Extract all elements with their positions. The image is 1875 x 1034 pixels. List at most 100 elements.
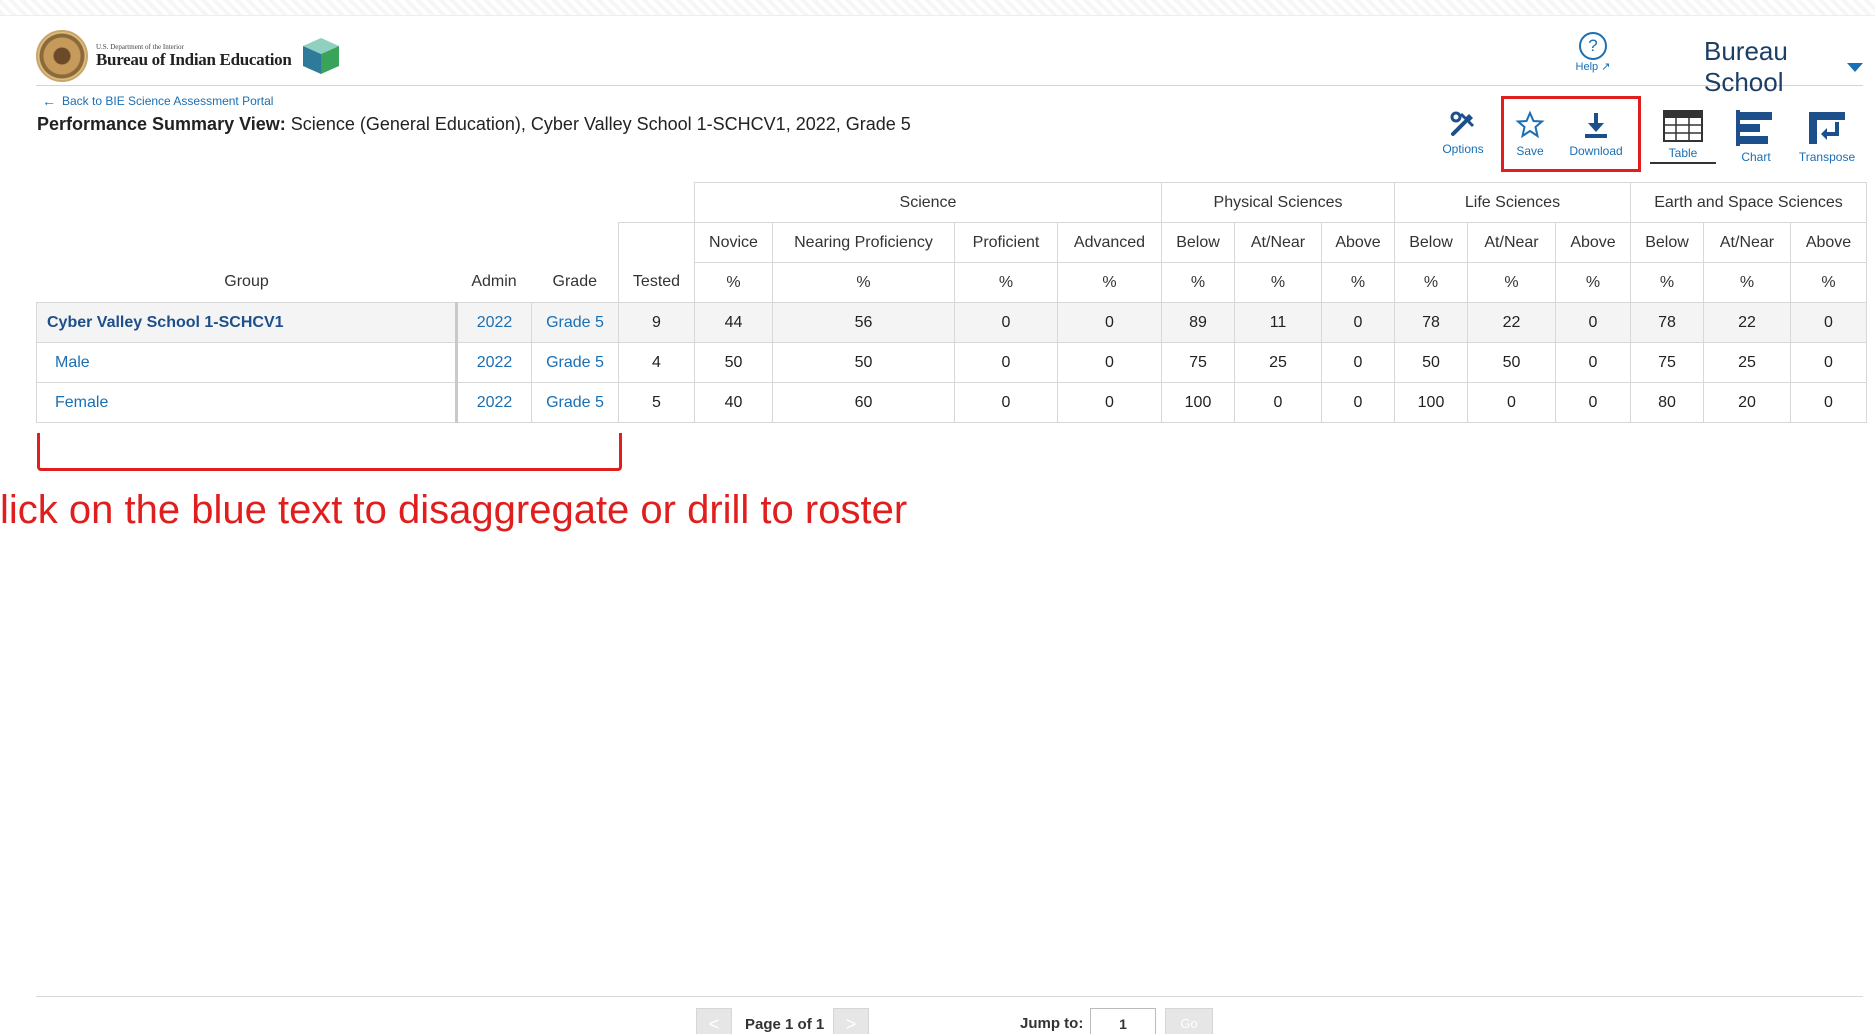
sub-header: Proficient: [954, 222, 1058, 263]
percent-unit: %: [1790, 262, 1867, 303]
jump-to-input[interactable]: [1090, 1008, 1156, 1034]
tested-cell: 9: [618, 302, 695, 343]
value-cell: 0: [1467, 382, 1556, 423]
value-cell: 80: [1630, 382, 1704, 423]
options-button[interactable]: Options: [1438, 110, 1488, 156]
sub-header: At/Near: [1467, 222, 1556, 263]
app-header: U.S. Department of the Interior Bureau o…: [36, 24, 1863, 97]
value-cell: 25: [1703, 342, 1791, 383]
percent-unit: %: [1467, 262, 1556, 303]
percent-unit: %: [1321, 262, 1395, 303]
percent-unit: %: [1394, 262, 1468, 303]
value-cell: 0: [1321, 342, 1395, 383]
caret-down-icon: [1847, 62, 1863, 72]
value-cell: 0: [1555, 382, 1631, 423]
grade-link[interactable]: Grade 5: [531, 342, 619, 383]
page-title: Performance Summary View: Science (Gener…: [37, 114, 911, 135]
value-cell: 89: [1161, 302, 1235, 343]
help-icon: ?: [1579, 32, 1607, 60]
pager: < Page 1 of 1 > Jump to: Go: [0, 1006, 1875, 1034]
value-cell: 78: [1630, 302, 1704, 343]
value-cell: 0: [1555, 342, 1631, 383]
chevron-right-icon: >: [845, 1014, 857, 1034]
back-arrow-icon: ←: [42, 93, 56, 109]
value-cell: 0: [1057, 342, 1162, 383]
table-row: Male 2022 Grade 5 4 50 50 0 0 75 25 0 50…: [36, 342, 1867, 383]
admin-link[interactable]: 2022: [456, 382, 532, 423]
transpose-icon: [1809, 112, 1845, 144]
chart-label: Chart: [1741, 150, 1771, 164]
group-link-school[interactable]: Cyber Valley School 1-SCHCV1: [36, 302, 458, 343]
value-cell: 0: [1555, 302, 1631, 343]
view-value: Science (General Education), Cyber Valle…: [290, 114, 911, 134]
sub-header-row: Novice Nearing Proficiency Proficient Ad…: [37, 222, 1867, 263]
value-cell: 20: [1703, 382, 1791, 423]
save-download-highlight: [1501, 96, 1641, 172]
jump-to-label: Jump to:: [1020, 1015, 1084, 1032]
sub-header: Below: [1394, 222, 1468, 263]
value-cell: 100: [1394, 382, 1468, 423]
sub-header: Above: [1555, 222, 1631, 263]
table-row: Cyber Valley School 1-SCHCV1 2022 Grade …: [36, 302, 1867, 343]
value-cell: 75: [1161, 342, 1235, 383]
percent-unit: %: [1161, 262, 1235, 303]
sub-header: Below: [1630, 222, 1704, 263]
prev-page-button[interactable]: <: [696, 1008, 732, 1034]
transpose-label: Transpose: [1798, 150, 1856, 164]
transpose-button[interactable]: Transpose: [1796, 110, 1858, 164]
value-cell: 0: [1057, 382, 1162, 423]
annotation-text: lick on the blue text to disaggregate or…: [0, 488, 908, 532]
tested-cell: 4: [618, 342, 695, 383]
grade-column-header[interactable]: Grade: [531, 262, 619, 303]
next-page-button[interactable]: >: [833, 1008, 869, 1034]
logo-title: Bureau of Indian Education: [96, 50, 292, 69]
group-link-male[interactable]: Male: [36, 342, 458, 383]
bie-logo[interactable]: U.S. Department of the Interior Bureau o…: [36, 30, 341, 82]
admin-column-header[interactable]: Admin: [456, 262, 532, 303]
value-cell: 11: [1234, 302, 1322, 343]
sub-header: Nearing Proficiency: [772, 222, 955, 263]
percent-unit: %: [1234, 262, 1322, 303]
options-label: Options: [1442, 142, 1484, 156]
value-cell: 60: [772, 382, 955, 423]
sub-header: Advanced: [1057, 222, 1162, 263]
value-cell: 40: [694, 382, 773, 423]
cube-icon: [301, 36, 341, 76]
admin-link[interactable]: 2022: [456, 302, 532, 343]
blank-header: [37, 223, 619, 263]
admin-link[interactable]: 2022: [456, 342, 532, 383]
value-cell: 50: [1467, 342, 1556, 383]
help-button[interactable]: ? Help ↗: [1571, 32, 1615, 73]
table-tab[interactable]: Table: [1650, 110, 1716, 164]
chevron-left-icon: <: [708, 1014, 720, 1034]
value-cell: 0: [1321, 382, 1395, 423]
tested-cell: 5: [618, 382, 695, 423]
group-link-female[interactable]: Female: [36, 382, 458, 423]
chart-tab[interactable]: Chart: [1734, 110, 1778, 164]
value-cell: 50: [772, 342, 955, 383]
value-cell: 22: [1703, 302, 1791, 343]
help-label: Help: [1575, 61, 1599, 73]
percent-unit: %: [1555, 262, 1631, 303]
percent-unit: %: [694, 262, 773, 303]
life-sciences-header: Life Sciences: [1394, 182, 1631, 223]
sub-header: Above: [1321, 222, 1395, 263]
group-column-header[interactable]: Group: [36, 262, 457, 303]
grade-link[interactable]: Grade 5: [531, 302, 619, 343]
value-cell: 0: [1234, 382, 1322, 423]
logo-text: U.S. Department of the Interior Bureau o…: [96, 44, 292, 69]
go-button[interactable]: Go: [1165, 1008, 1213, 1034]
value-cell: 44: [694, 302, 773, 343]
chart-icon: [1736, 110, 1772, 146]
back-link[interactable]: ← Back to BIE Science Assessment Portal: [42, 93, 273, 109]
external-link-icon: ↗: [1601, 61, 1611, 73]
grade-link[interactable]: Grade 5: [531, 382, 619, 423]
value-cell: 0: [1790, 302, 1867, 343]
value-cell: 0: [1057, 302, 1162, 343]
tested-column-header[interactable]: Tested: [618, 262, 695, 303]
sub-header: At/Near: [1234, 222, 1322, 263]
sub-header: At/Near: [1703, 222, 1791, 263]
user-menu[interactable]: Bureau School: [1704, 36, 1863, 98]
value-cell: 100: [1161, 382, 1235, 423]
value-cell: 50: [694, 342, 773, 383]
